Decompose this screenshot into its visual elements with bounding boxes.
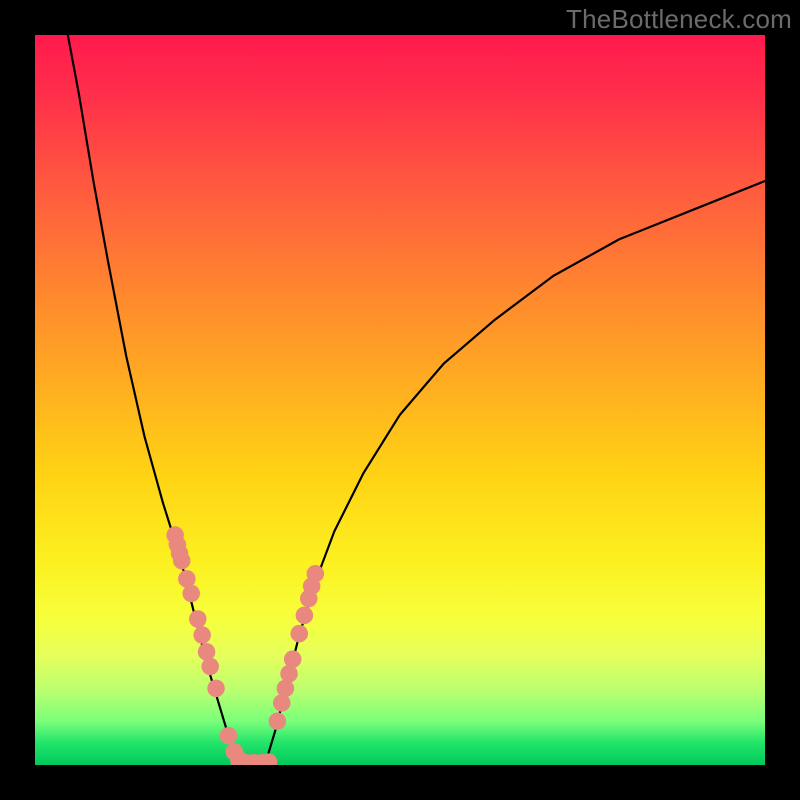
dot [173, 552, 191, 570]
dot [277, 680, 295, 698]
chart-frame: TheBottleneck.com [0, 0, 800, 800]
dot [273, 694, 291, 712]
dot [182, 585, 200, 603]
dot [307, 565, 325, 583]
dot [296, 607, 314, 625]
dot [284, 650, 302, 668]
curve-right [265, 181, 765, 765]
plot-area [35, 35, 765, 765]
dot [291, 625, 309, 643]
chart-svg [35, 35, 765, 765]
dots-left [166, 526, 247, 765]
dot [280, 665, 298, 683]
dots-bottom [231, 753, 278, 765]
dot [207, 680, 225, 698]
dot [198, 643, 216, 661]
dot [193, 626, 211, 644]
dot [220, 727, 238, 745]
dot [189, 610, 207, 628]
dot [269, 712, 287, 730]
watermark-label: TheBottleneck.com [566, 4, 792, 35]
dot [201, 658, 219, 676]
